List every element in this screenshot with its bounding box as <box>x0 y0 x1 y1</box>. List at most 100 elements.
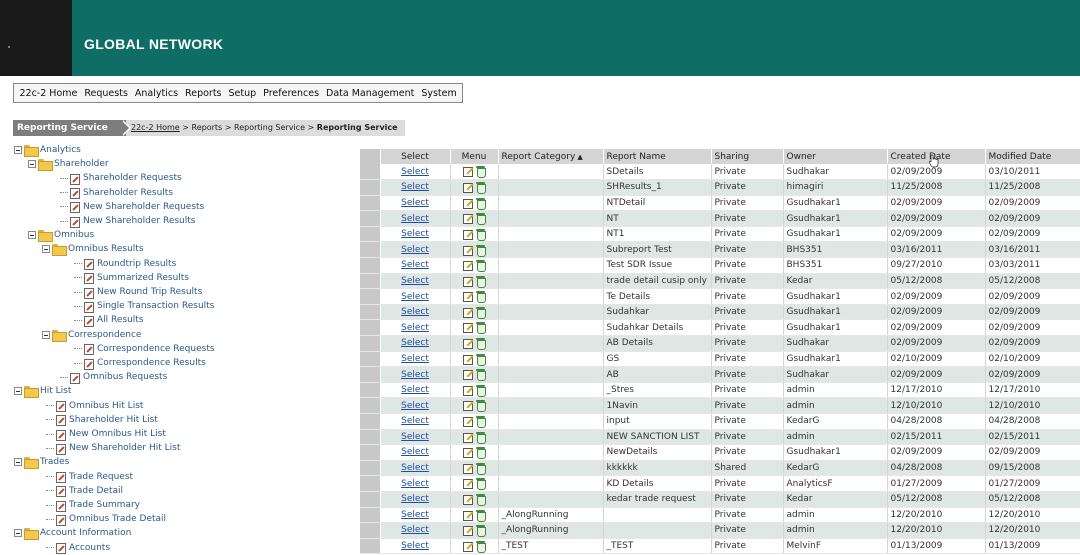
breadcrumb-home-link[interactable]: 22c-2 Home <box>131 123 180 132</box>
tree-item-single-transaction-results[interactable]: Single Transaction Results <box>74 299 214 313</box>
tree-folder-omnibus[interactable]: Omnibus <box>28 228 94 243</box>
select-link[interactable]: Select <box>401 354 429 364</box>
collapse-toggle-icon[interactable] <box>28 231 36 240</box>
tree-item-omnibus-hit-list[interactable]: Omnibus Hit List <box>46 399 143 413</box>
menu-item-system[interactable]: System <box>418 88 460 99</box>
select-link[interactable]: Select <box>401 385 429 395</box>
edit-icon[interactable] <box>463 494 473 506</box>
edit-icon[interactable] <box>463 229 473 240</box>
delete-icon[interactable] <box>476 228 486 241</box>
select-link[interactable]: Select <box>401 479 429 489</box>
menu-item-requests[interactable]: Requests <box>81 88 132 99</box>
tree-item-trade-summary[interactable]: Trade Summary <box>46 498 140 512</box>
edit-icon[interactable] <box>463 541 473 552</box>
delete-icon[interactable] <box>476 275 486 288</box>
tree-item-new-shareholder-results[interactable]: New Shareholder Results <box>60 214 195 228</box>
delete-icon[interactable] <box>476 462 486 475</box>
column-header-report-name[interactable]: Report Name <box>603 149 712 164</box>
edit-icon[interactable] <box>463 166 473 178</box>
select-link[interactable]: Select <box>401 401 429 411</box>
edit-icon[interactable] <box>463 416 473 428</box>
menu-item-setup[interactable]: Setup <box>225 88 260 99</box>
select-link[interactable]: Select <box>401 541 429 551</box>
tree-item-correspondence-requests[interactable]: Correspondence Requests <box>74 342 215 356</box>
tree-folder-omnibus-results[interactable]: Omnibus Results <box>42 242 144 257</box>
delete-icon[interactable] <box>476 213 486 226</box>
collapse-toggle-icon[interactable] <box>28 160 36 169</box>
edit-icon[interactable] <box>463 432 473 443</box>
select-link[interactable]: Select <box>401 292 429 302</box>
tree-item-trade-request[interactable]: Trade Request <box>46 470 133 484</box>
select-link[interactable]: Select <box>401 245 429 255</box>
tree-folder-analytics[interactable]: Analytics <box>14 143 81 157</box>
delete-icon[interactable] <box>476 509 486 522</box>
select-link[interactable]: Select <box>401 447 429 457</box>
delete-icon[interactable] <box>476 525 486 538</box>
tree-item-correspondence-results[interactable]: Correspondence Results <box>74 356 206 370</box>
edit-icon[interactable] <box>463 510 473 521</box>
collapse-toggle-icon[interactable] <box>14 529 22 538</box>
tree-item-omnibus-trade-detail[interactable]: Omnibus Trade Detail <box>46 512 166 526</box>
delete-icon[interactable] <box>476 369 486 382</box>
tree-item-new-round-trip-results[interactable]: New Round Trip Results <box>74 285 202 299</box>
edit-icon[interactable] <box>463 525 473 537</box>
menu-item-analytics[interactable]: Analytics <box>131 88 181 99</box>
delete-icon[interactable] <box>476 244 486 257</box>
edit-icon[interactable] <box>463 338 473 350</box>
select-link[interactable]: Select <box>401 463 429 473</box>
edit-icon[interactable] <box>463 307 473 318</box>
column-header-modified-date[interactable]: Modified Date <box>985 149 1080 164</box>
column-header-owner[interactable]: Owner <box>783 149 888 164</box>
delete-icon[interactable] <box>476 291 486 304</box>
delete-icon[interactable] <box>476 431 486 444</box>
tree-item-roundtrip-results[interactable]: Roundtrip Results <box>74 257 176 271</box>
select-link[interactable]: Select <box>401 338 429 348</box>
tree-item-shareholder-requests[interactable]: Shareholder Requests <box>60 171 182 185</box>
tree-item-all-results[interactable]: All Results <box>74 313 144 327</box>
edit-icon[interactable] <box>463 354 473 365</box>
delete-icon[interactable] <box>476 353 486 366</box>
edit-icon[interactable] <box>463 463 473 474</box>
select-link[interactable]: Select <box>401 229 429 239</box>
edit-icon[interactable] <box>463 245 473 256</box>
delete-icon[interactable] <box>476 260 486 273</box>
select-link[interactable]: Select <box>401 214 429 224</box>
select-link[interactable]: Select <box>401 416 429 426</box>
collapse-toggle-icon[interactable] <box>14 146 22 154</box>
tree-item-summarized-results[interactable]: Summarized Results <box>74 271 189 285</box>
select-link[interactable]: Select <box>401 276 429 286</box>
collapse-toggle-icon[interactable] <box>14 458 22 467</box>
menu-item-22c-2-home[interactable]: 22c-2 Home <box>16 88 81 99</box>
tree-item-shareholder-results[interactable]: Shareholder Results <box>60 186 173 200</box>
select-link[interactable]: Select <box>401 370 429 380</box>
tree-folder-account-information[interactable]: Account Information <box>14 526 131 541</box>
select-link[interactable]: Select <box>401 494 429 504</box>
edit-icon[interactable] <box>463 478 473 490</box>
tree-folder-hit-list[interactable]: Hit List <box>14 384 71 399</box>
select-link[interactable]: Select <box>401 307 429 317</box>
collapse-toggle-icon[interactable] <box>42 245 50 254</box>
delete-icon[interactable] <box>476 182 486 195</box>
edit-icon[interactable] <box>463 198 473 209</box>
delete-icon[interactable] <box>476 338 486 351</box>
menu-item-preferences[interactable]: Preferences <box>260 88 323 99</box>
tree-folder-correspondence[interactable]: Correspondence <box>42 328 141 342</box>
tree-folder-trades[interactable]: Trades <box>14 455 69 470</box>
tree-item-omnibus-requests[interactable]: Omnibus Requests <box>60 370 167 384</box>
edit-icon[interactable] <box>463 260 473 272</box>
delete-icon[interactable] <box>476 400 486 413</box>
tree-item-trade-detail[interactable]: Trade Detail <box>46 484 123 498</box>
tree-folder-shareholder[interactable]: Shareholder <box>28 157 109 172</box>
edit-icon[interactable] <box>463 369 473 381</box>
select-link[interactable]: Select <box>401 182 429 192</box>
collapse-toggle-icon[interactable] <box>42 330 50 339</box>
tree-item-accounts[interactable]: Accounts <box>46 541 110 555</box>
column-header-report-category[interactable]: Report Category ▲ <box>498 149 604 164</box>
edit-icon[interactable] <box>463 213 473 225</box>
delete-icon[interactable] <box>476 384 486 397</box>
select-link[interactable]: Select <box>401 198 429 208</box>
select-link[interactable]: Select <box>401 510 429 520</box>
collapse-toggle-icon[interactable] <box>14 387 22 396</box>
edit-icon[interactable] <box>463 322 473 334</box>
delete-icon[interactable] <box>476 166 486 179</box>
